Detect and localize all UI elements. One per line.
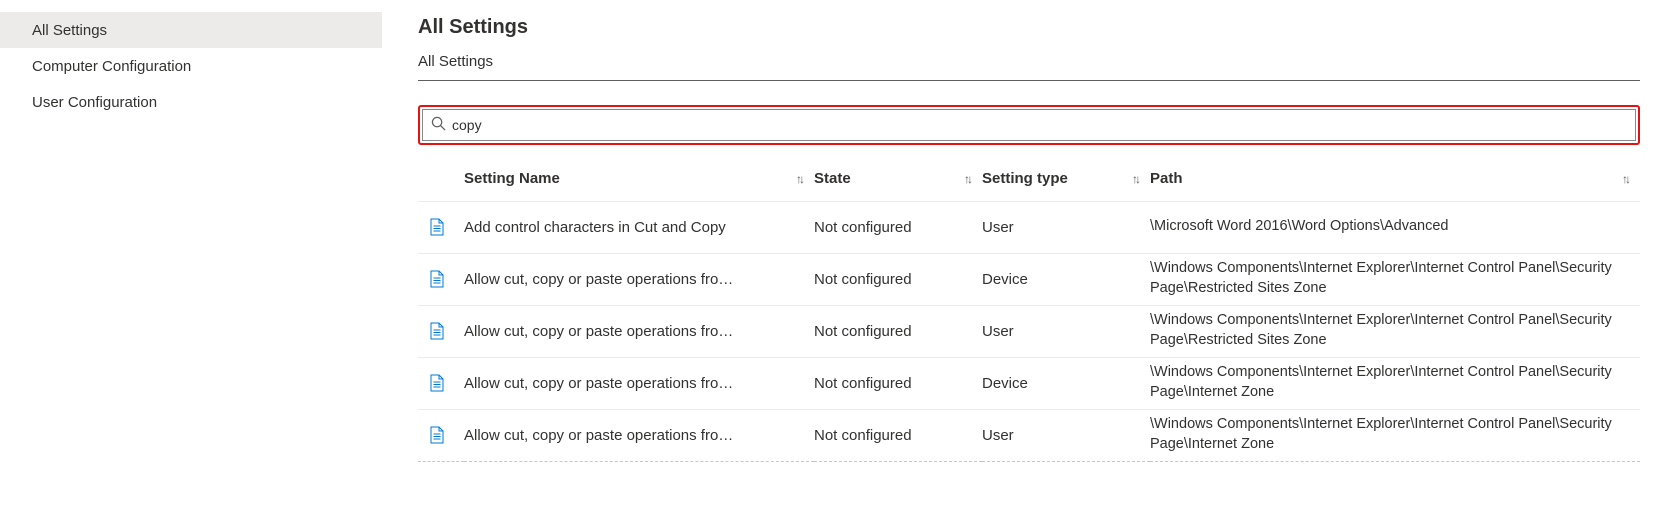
cell-state: Not configured <box>814 357 982 409</box>
column-label: Path <box>1150 170 1183 187</box>
cell-path: \Windows Components\Internet Explorer\In… <box>1150 305 1640 357</box>
column-label: State <box>814 170 851 187</box>
breadcrumb: All Settings <box>418 53 1640 70</box>
search-highlight <box>418 105 1640 145</box>
sidebar-item-label: All Settings <box>32 22 107 39</box>
search-input[interactable] <box>452 117 1627 133</box>
sort-icon: ↑↓ <box>1622 172 1628 186</box>
sidebar-item-label: Computer Configuration <box>32 58 191 75</box>
divider <box>418 80 1640 81</box>
cell-state: Not configured <box>814 305 982 357</box>
cell-setting-name: Add control characters in Cut and Copy <box>464 201 814 253</box>
sidebar-item-label: User Configuration <box>32 94 157 111</box>
column-header-state[interactable]: State ↑↓ <box>814 157 982 201</box>
sidebar-item-computer-configuration[interactable]: Computer Configuration <box>0 48 400 84</box>
cell-setting-type: User <box>982 305 1150 357</box>
table-row[interactable]: Allow cut, copy or paste operations fro…… <box>418 305 1640 357</box>
document-icon <box>418 270 456 288</box>
table-row[interactable]: Allow cut, copy or paste operations fro…… <box>418 253 1640 305</box>
cell-setting-type: User <box>982 201 1150 253</box>
main-content: All Settings All Settings Setting Name <box>400 0 1672 505</box>
settings-table: Setting Name ↑↓ State ↑↓ Setting type ↑↓ <box>418 157 1640 462</box>
cell-setting-type: User <box>982 409 1150 461</box>
document-icon <box>418 322 456 340</box>
cell-setting-type: Device <box>982 253 1150 305</box>
column-label: Setting Name <box>464 170 560 187</box>
cell-state: Not configured <box>814 201 982 253</box>
cell-state: Not configured <box>814 409 982 461</box>
sort-icon: ↑↓ <box>1132 172 1138 186</box>
search-icon <box>431 116 446 134</box>
column-header-path[interactable]: Path ↑↓ <box>1150 157 1640 201</box>
table-row[interactable]: Allow cut, copy or paste operations fro…… <box>418 409 1640 461</box>
document-icon <box>418 374 456 392</box>
column-header-icon <box>418 157 464 201</box>
cell-path: \Windows Components\Internet Explorer\In… <box>1150 409 1640 461</box>
cell-path: \Windows Components\Internet Explorer\In… <box>1150 357 1640 409</box>
cell-setting-name: Allow cut, copy or paste operations fro… <box>464 357 814 409</box>
sort-icon: ↑↓ <box>796 172 802 186</box>
cell-state: Not configured <box>814 253 982 305</box>
cell-setting-name: Allow cut, copy or paste operations fro… <box>464 305 814 357</box>
column-header-setting-name[interactable]: Setting Name ↑↓ <box>464 157 814 201</box>
search-box[interactable] <box>422 109 1636 141</box>
sidebar-item-all-settings[interactable]: All Settings <box>0 12 382 48</box>
sidebar-item-user-configuration[interactable]: User Configuration <box>0 84 400 120</box>
sidebar: All Settings Computer Configuration User… <box>0 0 400 505</box>
table-row[interactable]: Allow cut, copy or paste operations fro…… <box>418 357 1640 409</box>
document-icon <box>418 426 456 444</box>
cell-setting-name: Allow cut, copy or paste operations fro… <box>464 253 814 305</box>
column-header-setting-type[interactable]: Setting type ↑↓ <box>982 157 1150 201</box>
cell-path: \Windows Components\Internet Explorer\In… <box>1150 253 1640 305</box>
page-title: All Settings <box>418 16 1640 39</box>
cell-setting-name: Allow cut, copy or paste operations fro… <box>464 409 814 461</box>
table-row[interactable]: Add control characters in Cut and Copy N… <box>418 201 1640 253</box>
document-icon <box>418 218 456 236</box>
column-label: Setting type <box>982 170 1068 187</box>
cell-path: \Microsoft Word 2016\Word Options\Advanc… <box>1150 201 1640 253</box>
cell-setting-type: Device <box>982 357 1150 409</box>
sort-icon: ↑↓ <box>964 172 970 186</box>
